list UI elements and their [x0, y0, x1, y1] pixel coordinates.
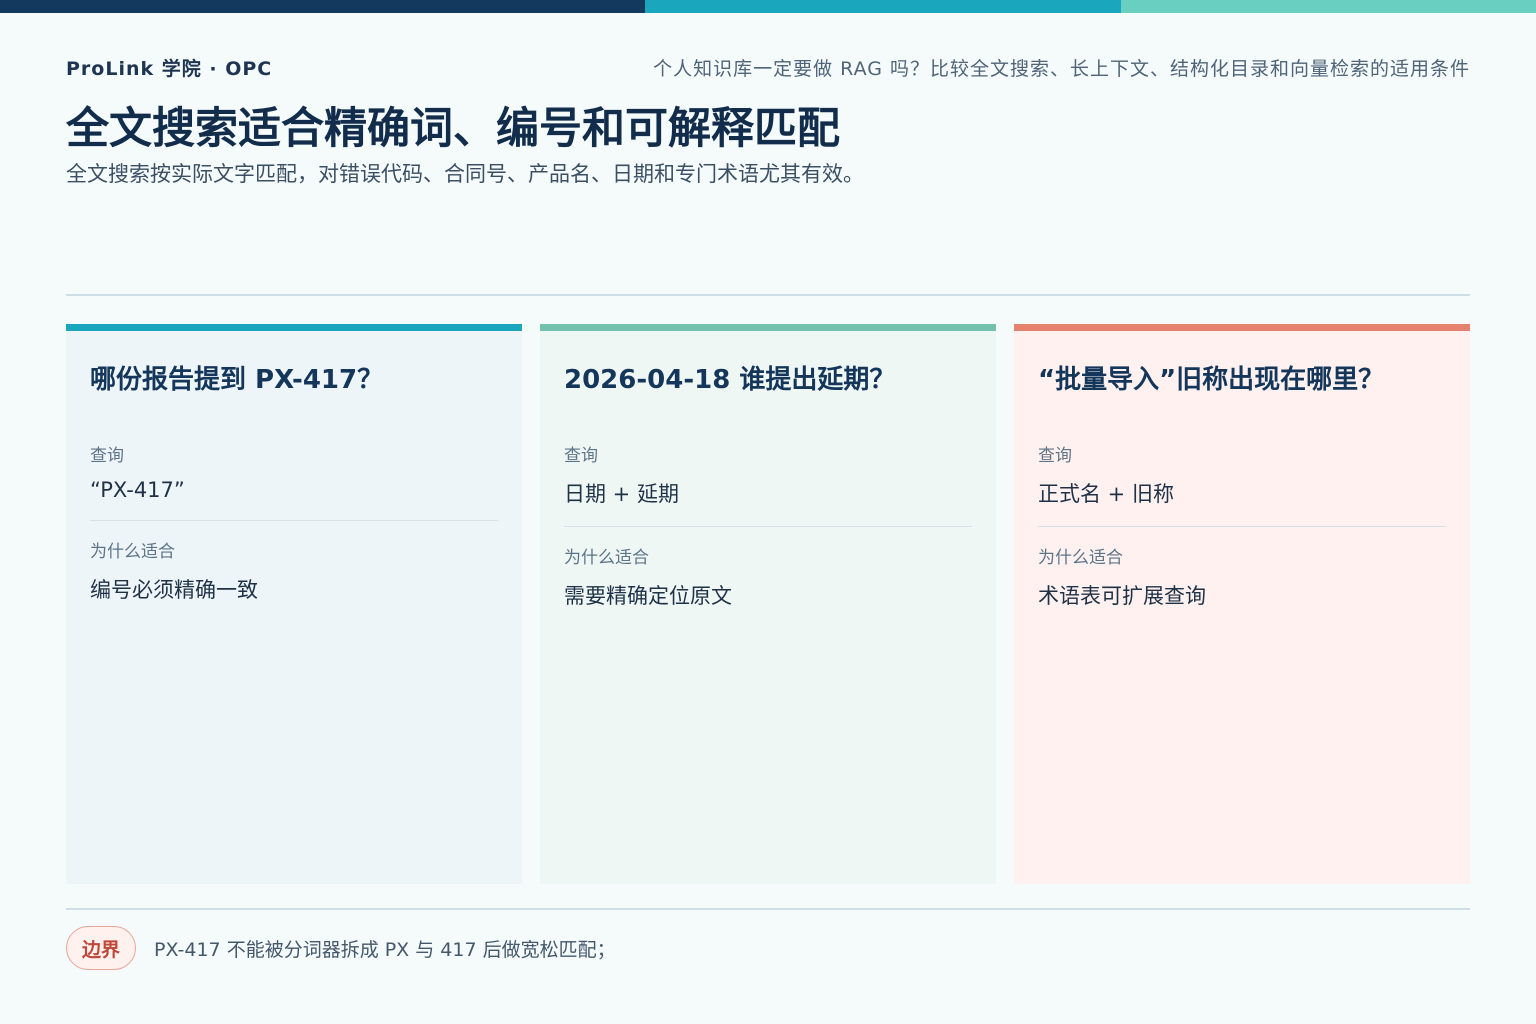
- top-bar-navy-segment: [0, 0, 645, 13]
- brand-label: ProLink 学院 · OPC: [66, 58, 273, 80]
- bottom-divider: [66, 908, 1470, 910]
- top-color-bar: [0, 0, 1536, 13]
- card-divider: [1038, 526, 1446, 527]
- boundary-badge: 边界: [66, 926, 136, 970]
- card-question: 2026-04-18 谁提出延期？: [564, 365, 896, 395]
- top-bar-teal-segment: [645, 0, 1121, 13]
- boundary-note: PX-417 不能被分词器拆成 PX 与 417 后做宽松匹配；: [154, 939, 616, 961]
- card-date-delay: 2026-04-18 谁提出延期？ 查询 日期 + 延期 为什么适合 需要精确定…: [540, 324, 996, 884]
- card-divider: [90, 520, 498, 521]
- example-cards: 哪份报告提到 PX-417？ 查询 “PX-417” 为什么适合 编号必须精确一…: [66, 324, 1470, 884]
- reason-label: 为什么适合: [564, 548, 649, 568]
- query-label: 查询: [564, 446, 598, 466]
- query-value: 正式名 + 旧称: [1038, 482, 1174, 506]
- query-label: 查询: [90, 446, 124, 466]
- reason-value: 编号必须精确一致: [90, 578, 258, 602]
- reason-value: 需要精确定位原文: [564, 584, 732, 608]
- reason-value: 术语表可扩展查询: [1038, 584, 1206, 608]
- top-bar-mint-segment: [1121, 0, 1536, 13]
- page-title: 全文搜索适合精确词、编号和可解释匹配: [66, 104, 840, 154]
- query-label: 查询: [1038, 446, 1072, 466]
- query-value: 日期 + 延期: [564, 482, 679, 506]
- card-report-code: 哪份报告提到 PX-417？ 查询 “PX-417” 为什么适合 编号必须精确一…: [66, 324, 522, 884]
- card-divider: [564, 526, 972, 527]
- card-question: 哪份报告提到 PX-417？: [90, 365, 384, 395]
- series-title: 个人知识库一定要做 RAG 吗？比较全文搜索、长上下文、结构化目录和向量检索的适…: [653, 58, 1470, 80]
- reason-label: 为什么适合: [90, 542, 175, 562]
- card-legacy-term: “批量导入”旧称出现在哪里？ 查询 正式名 + 旧称 为什么适合 术语表可扩展查…: [1014, 324, 1470, 884]
- card-question: “批量导入”旧称出现在哪里？: [1038, 365, 1385, 395]
- query-value: “PX-417”: [90, 478, 185, 502]
- top-divider: [66, 294, 1470, 296]
- page-subtitle: 全文搜索按实际文字匹配，对错误代码、合同号、产品名、日期和专门术语尤其有效。: [66, 162, 864, 186]
- reason-label: 为什么适合: [1038, 548, 1123, 568]
